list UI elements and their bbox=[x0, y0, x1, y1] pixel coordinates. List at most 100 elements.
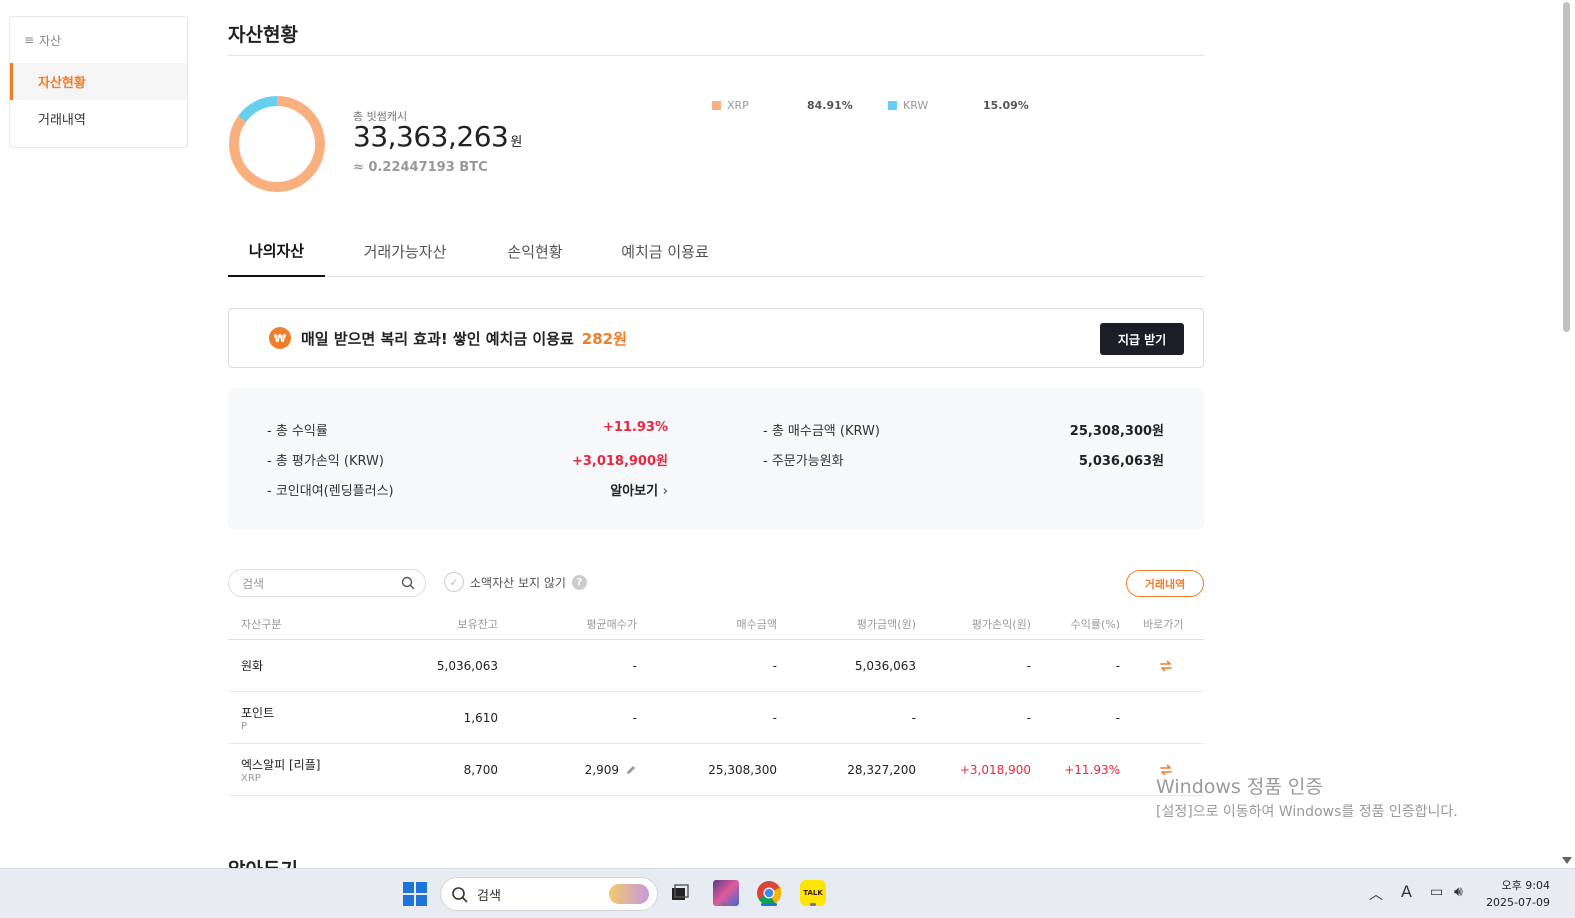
taskbar-search-input[interactable]: 검색 bbox=[440, 877, 658, 911]
table-row: 엑스알피 [리플] XRP 8,700 2,909 25,308,300 28,3… bbox=[228, 744, 1204, 796]
total-cash-amount: 33,363,263 bbox=[353, 120, 509, 153]
return-rate-cell: +11.93% bbox=[1064, 762, 1120, 777]
task-view-icon[interactable] bbox=[665, 878, 695, 908]
asset-name: 엑스알피 [리플] bbox=[241, 757, 321, 772]
orderable-krw-label: - 주문가능원화 bbox=[763, 454, 844, 469]
page-title: 자산현황 bbox=[228, 0, 1204, 56]
tab-my-assets[interactable]: 나의자산 bbox=[228, 225, 325, 277]
total-buy-value: 25,308,300원 bbox=[1069, 424, 1164, 439]
eval-amount-cell: 28,327,200 bbox=[847, 762, 916, 777]
scroll-down-arrow-icon[interactable] bbox=[1562, 857, 1572, 864]
asset-tabs: 나의자산 거래가능자산 손익현황 예치금 이용료 bbox=[228, 225, 1204, 277]
menu-icon: ≡ bbox=[24, 33, 35, 47]
legend-swatch bbox=[888, 101, 897, 110]
return-rate-cell: - bbox=[1115, 658, 1120, 673]
pnl-cell: - bbox=[1026, 658, 1031, 673]
legend-xrp: XRP 84.91% bbox=[712, 99, 853, 112]
ime-indicator[interactable]: A bbox=[1401, 882, 1412, 901]
col-buy-amount: 매수금액 bbox=[736, 617, 777, 631]
asset-name: 원화 bbox=[241, 659, 264, 673]
avg-price-cell: 2,909 bbox=[585, 744, 637, 795]
asset-summary: 총 빗썸캐시 33,363,263 원 ≈ 0.22447193 BTC XRP … bbox=[228, 56, 1204, 216]
asset-symbol: XRP bbox=[241, 772, 261, 784]
pnl-cell: +3,018,900 bbox=[959, 762, 1031, 777]
sidebar-item-label: 자산현황 bbox=[38, 76, 86, 91]
col-avg-price: 평균매수가 bbox=[586, 617, 637, 631]
hide-small-assets-label: 소액자산 보지 않기 bbox=[470, 575, 566, 590]
windows-start-icon[interactable] bbox=[403, 882, 427, 906]
stats-panel: - 총 수익률 +11.93% - 총 평가손익 (KRW) +3,018,90… bbox=[228, 388, 1204, 529]
total-cash-unit: 원 bbox=[510, 135, 522, 150]
check-icon[interactable]: ✓ bbox=[444, 572, 464, 592]
allocation-donut-chart bbox=[229, 96, 325, 192]
buy-amount-cell: - bbox=[772, 658, 777, 673]
col-eval-amount: 평가금액(원) bbox=[856, 617, 916, 631]
asset-name: 포인트 bbox=[241, 705, 275, 720]
game-app-icon[interactable] bbox=[711, 878, 741, 908]
sidebar-item-transaction-history[interactable]: 거래내역 bbox=[10, 100, 187, 137]
windows-activation-watermark: Windows 정품 인증 [설정]으로 이동하여 Windows를 정품 인증… bbox=[1156, 772, 1458, 821]
col-balance: 보유잔고 bbox=[457, 617, 498, 631]
chrome-icon[interactable] bbox=[754, 878, 784, 908]
legend-percent: 84.91% bbox=[807, 99, 853, 112]
sidebar-item-label: 거래내역 bbox=[38, 113, 86, 128]
orderable-krw-value: 5,036,063원 bbox=[1078, 454, 1164, 469]
avg-price-cell: - bbox=[632, 710, 637, 725]
pnl-cell: - bbox=[1026, 710, 1031, 725]
clock-time: 오후 9:04 bbox=[1501, 879, 1550, 892]
sidebar-header: ≡ 자산 bbox=[10, 17, 187, 63]
tab-profit-loss[interactable]: 손익현황 bbox=[485, 225, 585, 277]
tab-deposit-fee[interactable]: 예치금 이용료 bbox=[585, 225, 745, 277]
taskbar-clock[interactable]: 오후 9:04 2025-07-09 bbox=[1484, 877, 1550, 911]
total-pnl-value: +3,018,900원 bbox=[571, 454, 668, 469]
legend-krw: KRW 15.09% bbox=[888, 99, 1029, 112]
watermark-title: Windows 정품 인증 bbox=[1156, 776, 1323, 798]
eval-amount-cell: 5,036,063 bbox=[854, 658, 916, 673]
claim-button[interactable]: 지급 받기 bbox=[1100, 323, 1184, 355]
avg-price-cell: - bbox=[632, 658, 637, 673]
eval-amount-cell: - bbox=[911, 710, 916, 725]
buy-amount-cell: - bbox=[772, 710, 777, 725]
legend-name: KRW bbox=[903, 99, 929, 112]
asset-search-input[interactable]: 검색 bbox=[228, 569, 426, 597]
tab-tradable-assets[interactable]: 거래가능자산 bbox=[325, 225, 485, 277]
scrollbar-thumb[interactable] bbox=[1563, 2, 1570, 332]
col-pnl: 평가손익(원) bbox=[971, 617, 1031, 631]
total-return-value: +11.93% bbox=[602, 420, 668, 435]
transaction-history-button[interactable]: 거래내역 bbox=[1126, 570, 1204, 597]
page-scrollbar[interactable] bbox=[1558, 0, 1575, 868]
lending-link-text: 알아보기 bbox=[610, 484, 659, 499]
asset-name-cell: 엑스알피 [리플] XRP bbox=[241, 744, 320, 795]
return-rate-cell: - bbox=[1115, 710, 1120, 725]
lending-learn-more-link[interactable]: 알아보기 › bbox=[610, 480, 668, 499]
network-icon[interactable]: ▭ bbox=[1430, 884, 1443, 900]
search-highlight-icon bbox=[609, 884, 649, 904]
kakaotalk-icon[interactable]: TALK bbox=[798, 878, 828, 908]
volume-icon[interactable]: 🔊︎ bbox=[1454, 884, 1463, 900]
table-header: 자산구분 보유잔고 평균매수가 매수금액 평가금액(원) 평가손익(원) 수익률… bbox=[228, 607, 1204, 640]
clock-date: 2025-07-09 bbox=[1486, 896, 1550, 909]
banner-text: 매일 받으면 복리 효과! 쌓인 예치금 이용료 bbox=[301, 329, 574, 348]
chevron-up-icon[interactable]: ︿ bbox=[1369, 884, 1383, 904]
total-buy-label: - 총 매수금액 (KRW) bbox=[763, 424, 880, 439]
deposit-interest-banner: ₩ 매일 받으면 복리 효과! 쌓인 예치금 이용료 282원 지급 받기 bbox=[228, 308, 1204, 368]
search-icon bbox=[452, 887, 468, 903]
windows-taskbar: 검색 TALK ︿ A ▭ 🔊︎ 오후 9:04 2025-07-09 bbox=[0, 868, 1575, 918]
hide-small-assets-toggle[interactable]: ✓ 소액자산 보지 않기 ? bbox=[444, 572, 587, 592]
total-cash-value: 33,363,263 원 bbox=[353, 120, 522, 153]
pencil-icon[interactable] bbox=[625, 764, 637, 776]
search-icon[interactable] bbox=[401, 576, 415, 590]
legend-name: XRP bbox=[727, 99, 749, 112]
btc-equivalent: ≈ 0.22447193 BTC bbox=[353, 160, 488, 175]
help-icon[interactable]: ? bbox=[571, 574, 587, 590]
balance-cell: 5,036,063 bbox=[436, 658, 498, 673]
legend-swatch bbox=[712, 101, 721, 110]
table-toolbar: 검색 ✓ 소액자산 보지 않기 ? 거래내역 bbox=[228, 569, 1204, 599]
app-running-indicator bbox=[810, 903, 816, 906]
sidebar-header-label: 자산 bbox=[39, 33, 62, 48]
banner-amount: 282원 bbox=[581, 329, 627, 348]
swap-icon[interactable] bbox=[1158, 658, 1174, 674]
sidebar-item-asset-status[interactable]: 자산현황 bbox=[10, 63, 187, 100]
asset-name-cell: 원화 bbox=[241, 640, 263, 691]
avg-price-value: 2,909 bbox=[584, 762, 619, 777]
